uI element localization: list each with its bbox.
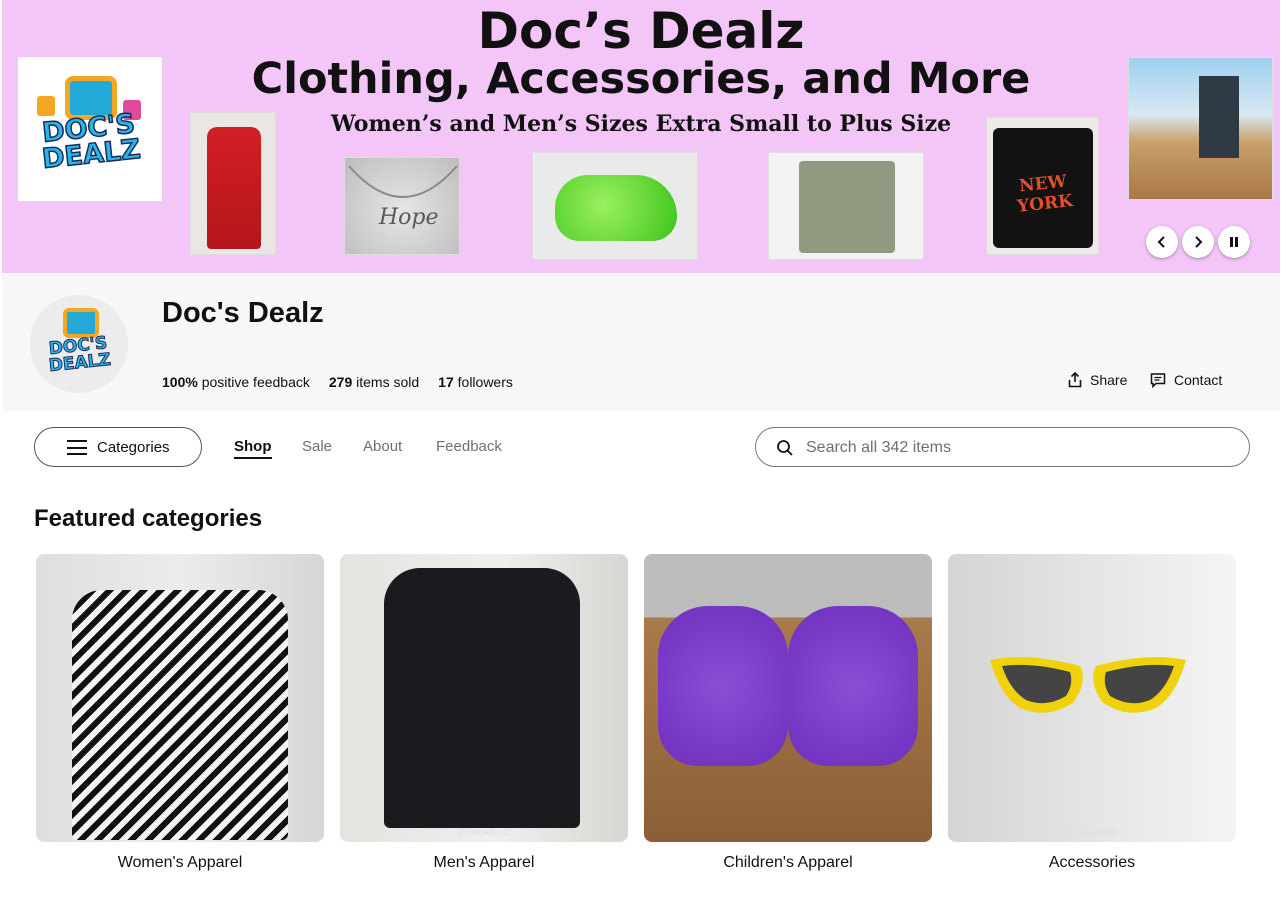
category-label[interactable]: Men's Apparel bbox=[340, 854, 628, 872]
store-name: Doc's Dealz bbox=[162, 297, 324, 329]
chevron-right-icon bbox=[1195, 236, 1203, 248]
category-card-accessories[interactable]: @docsdealz Accessories bbox=[948, 554, 1236, 872]
contact-label: Contact bbox=[1174, 372, 1223, 388]
store-avatar[interactable]: DOC'S DEALZ bbox=[30, 295, 128, 393]
categories-button[interactable]: Categories bbox=[34, 427, 202, 467]
stat-feedback: 100% positive feedback bbox=[162, 374, 310, 390]
accessories-image[interactable]: @docsdealz bbox=[948, 554, 1236, 842]
hope-necklace-image: Hope bbox=[344, 157, 460, 255]
logo-wordmark: DOC'S DEALZ bbox=[40, 108, 143, 176]
tab-feedback[interactable]: Feedback bbox=[436, 438, 502, 455]
banner-logo: DOC'S DEALZ bbox=[18, 57, 162, 201]
category-card-childrens[interactable]: Children's Apparel bbox=[644, 554, 932, 872]
tab-about[interactable]: About bbox=[363, 438, 402, 455]
image-watermark: @docsdealz bbox=[457, 828, 511, 838]
contact-button[interactable]: Contact bbox=[1150, 372, 1222, 388]
menu-icon bbox=[67, 440, 87, 455]
tab-sale[interactable]: Sale bbox=[302, 438, 332, 455]
mens-apparel-image[interactable]: @docsdealz bbox=[340, 554, 628, 842]
categories-label: Categories bbox=[97, 438, 170, 456]
tab-shop[interactable]: Shop bbox=[234, 438, 272, 459]
carousel-prev-button[interactable] bbox=[1146, 226, 1178, 258]
share-icon bbox=[1068, 372, 1082, 388]
share-label: Share bbox=[1090, 372, 1128, 388]
childrens-apparel-image[interactable] bbox=[644, 554, 932, 842]
womens-apparel-image[interactable] bbox=[36, 554, 324, 842]
money-bag-icon bbox=[37, 96, 55, 116]
category-label[interactable]: Accessories bbox=[948, 854, 1236, 872]
new-york-tee-image: NEW YORK bbox=[986, 117, 1099, 255]
message-icon bbox=[1150, 373, 1166, 388]
banner-title: Doc’s Dealz bbox=[477, 2, 805, 60]
page: Doc’s Dealz Clothing, Accessories, and M… bbox=[0, 0, 1286, 897]
category-label[interactable]: Women's Apparel bbox=[36, 854, 324, 872]
image-watermark: @docsdealz bbox=[1065, 828, 1119, 838]
search-icon bbox=[777, 440, 793, 456]
stat-followers: 17 followers bbox=[438, 374, 513, 390]
featured-categories-title: Featured categories bbox=[34, 505, 263, 532]
category-label[interactable]: Children's Apparel bbox=[644, 854, 932, 872]
search-input[interactable] bbox=[806, 437, 1226, 459]
green-clog-image bbox=[532, 152, 698, 260]
store-search bbox=[755, 427, 1250, 467]
banner-subtitle: Clothing, Accessories, and More bbox=[251, 54, 1031, 104]
carousel-next-button[interactable] bbox=[1182, 226, 1214, 258]
carousel-pause-button[interactable] bbox=[1218, 226, 1250, 258]
avatar-wordmark: DOC'S DEALZ bbox=[47, 333, 112, 377]
store-stats: 100% positive feedback 279 items sold 17… bbox=[162, 374, 513, 390]
category-card-womens[interactable]: Women's Apparel bbox=[36, 554, 324, 872]
red-tank-top-image bbox=[190, 112, 276, 255]
tee-print: NEW YORK bbox=[1016, 171, 1074, 217]
green-shorts-image bbox=[768, 152, 924, 260]
porch-packages-image bbox=[1128, 57, 1273, 200]
store-header: DOC'S DEALZ Doc's Dealz 100% positive fe… bbox=[2, 273, 1280, 411]
pause-icon bbox=[1230, 237, 1238, 247]
chevron-left-icon bbox=[1157, 236, 1165, 248]
stat-items-sold: 279 items sold bbox=[328, 374, 420, 390]
svg-text:Hope: Hope bbox=[378, 205, 439, 230]
category-card-mens[interactable]: @docsdealz Men's Apparel bbox=[340, 554, 628, 872]
share-button[interactable]: Share bbox=[1068, 372, 1127, 388]
store-banner-carousel: Doc’s Dealz Clothing, Accessories, and M… bbox=[2, 0, 1280, 273]
